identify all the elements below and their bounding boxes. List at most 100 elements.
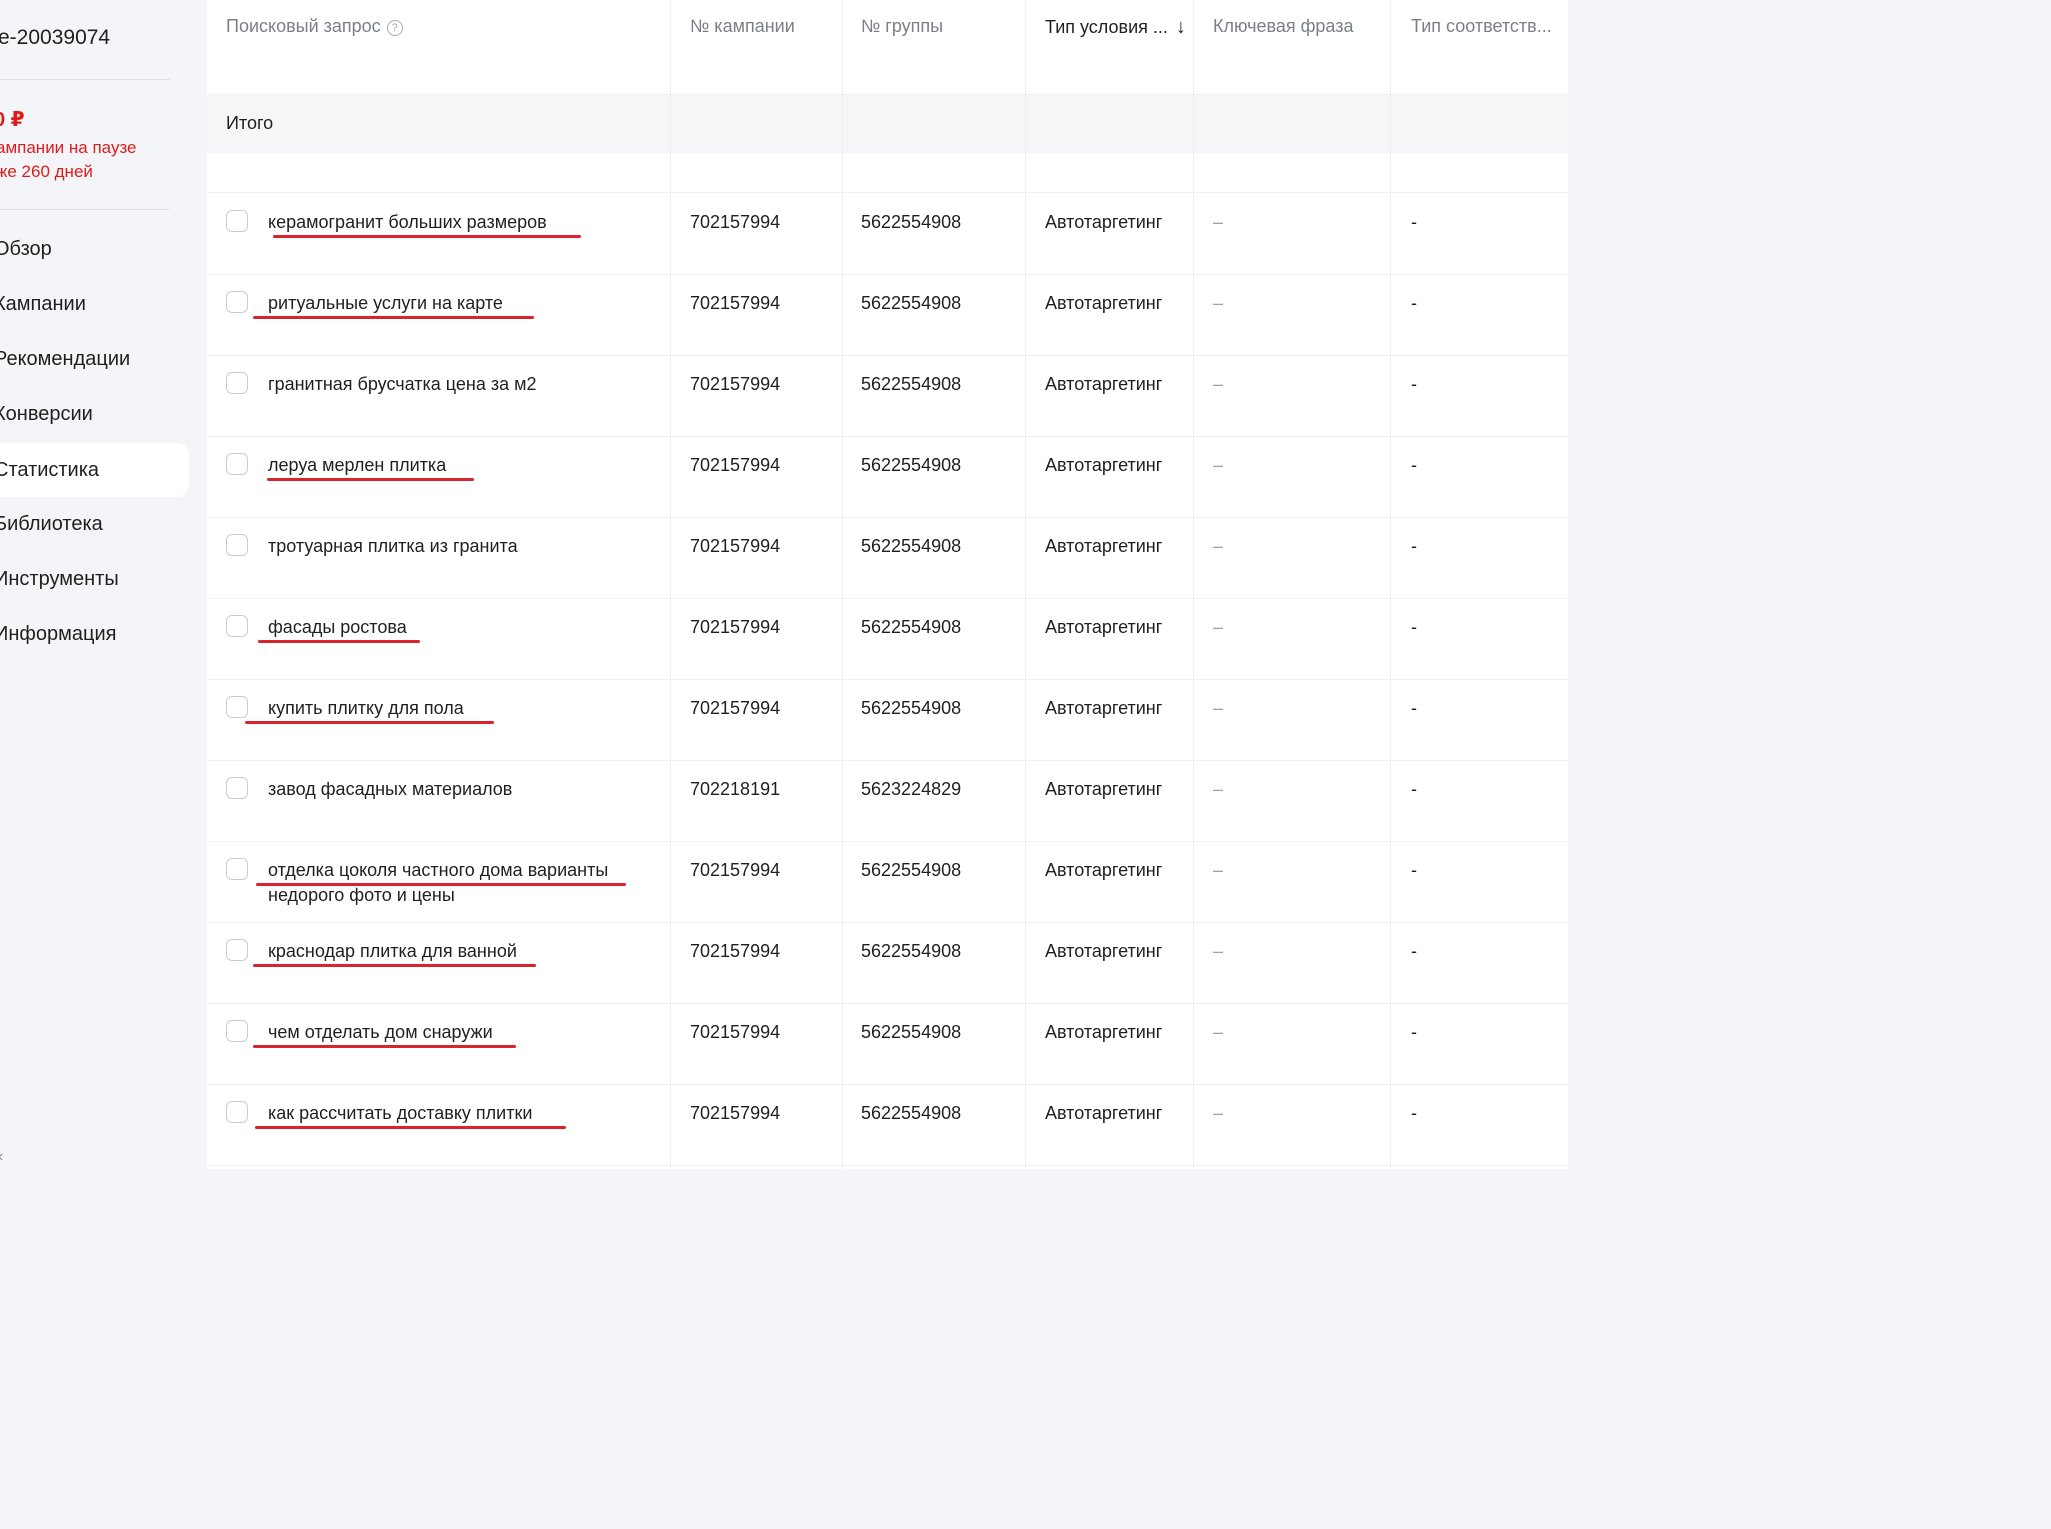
condition-type-cell: Автотаргетинг [1045, 455, 1163, 475]
table-row[interactable]: чем отделать дом снаружи 702157994 5622554… [207, 1003, 1568, 1085]
match-type-cell: - [1411, 617, 1417, 637]
table-row[interactable]: гранитная брусчатка цена за м2 702157994 5… [207, 355, 1568, 437]
campaign-cell: 702157994 [690, 941, 781, 961]
sidebar-item-recommendations[interactable]: Рекомендации [0, 332, 189, 386]
group-cell: 5622554908 [861, 293, 962, 313]
campaign-cell: 702157994 [690, 455, 781, 475]
table-row[interactable]: фасады ростова 702157994 5622554908 Автотар… [207, 598, 1568, 680]
campaign-cell: 702157994 [690, 617, 781, 637]
match-type-cell: - [1411, 536, 1417, 556]
sidebar-item-info[interactable]: Информация [0, 607, 189, 661]
group-cell: 5622554908 [861, 941, 962, 961]
header-group[interactable]: № группы [861, 16, 943, 37]
query-cell: леруа мерлен плитка [268, 455, 447, 475]
condition-type-cell: Автотаргетинг [1045, 293, 1163, 313]
spacer-row [207, 152, 1568, 193]
query-cell: фасады ростова [268, 617, 407, 637]
row-checkbox[interactable] [226, 939, 248, 961]
keyword-cell: – [1213, 374, 1224, 394]
match-type-cell: - [1411, 1103, 1417, 1123]
campaign-cell: 702157994 [690, 212, 781, 232]
query-cell: ритуальные услуги на карте [268, 293, 503, 313]
table-row[interactable]: леруа мерлен плитка 702157994 5622554908 Ав… [207, 436, 1568, 518]
sidebar: e-20039074 0 ₽ ампании на паузе же 260 д… [0, 0, 207, 1169]
sidebar-item-overview[interactable]: Обзор [0, 222, 189, 276]
table-row[interactable]: керамогранит больших размеров 702157994 56… [207, 193, 1568, 275]
red-underline-mark [256, 883, 626, 886]
header-campaign[interactable]: № кампании [690, 16, 795, 37]
keyword-cell: – [1213, 860, 1224, 880]
condition-type-cell: Автотаргетинг [1045, 374, 1163, 394]
table-row[interactable]: завод фасадных материалов 702218191 562322… [207, 760, 1568, 842]
keyword-cell: – [1213, 1022, 1224, 1042]
pause-warning: ампании на паузе же 260 дней [0, 138, 137, 181]
condition-type-cell: Автотаргетинг [1045, 536, 1163, 556]
help-icon[interactable]: ? [386, 20, 403, 36]
row-checkbox[interactable] [226, 372, 248, 394]
condition-type-cell: Автотаргетинг [1045, 212, 1163, 232]
row-checkbox[interactable] [226, 534, 248, 556]
table-row[interactable]: тротуарная плитка из гранита 702157994 562… [207, 517, 1568, 599]
match-type-cell: - [1411, 293, 1417, 313]
column-divider [1193, 0, 1194, 1169]
total-row: Итого [207, 94, 1568, 153]
condition-type-cell: Автотаргетинг [1045, 698, 1163, 718]
query-cell: гранитная брусчатка цена за м2 [268, 374, 537, 394]
row-checkbox[interactable] [226, 291, 248, 313]
table-row[interactable]: купить плитку для пола 702157994 562255490… [207, 679, 1568, 761]
account-login: e-20039074 [0, 26, 111, 49]
sidebar-item-conversions[interactable]: Конверсии [0, 387, 189, 441]
sidebar-item-library[interactable]: Библиотека [0, 497, 189, 551]
sidebar-item-campaigns[interactable]: Кампании [0, 277, 189, 331]
red-underline-mark [258, 640, 420, 643]
campaign-cell: 702157994 [690, 860, 781, 880]
query-cell: тротуарная плитка из гранита [268, 536, 518, 556]
sidebar-item-label: Библиотека [0, 513, 103, 535]
total-label: Итого [226, 113, 274, 133]
group-cell: 5622554908 [861, 536, 962, 556]
query-cell: краснодар плитка для ванной [268, 941, 517, 961]
table-row[interactable]: как рассчитать доставку плитки 702157994 5… [207, 1084, 1568, 1166]
row-checkbox[interactable] [226, 1101, 248, 1123]
row-checkbox[interactable] [226, 615, 248, 637]
row-checkbox[interactable] [226, 858, 248, 880]
row-checkbox[interactable] [226, 1020, 248, 1042]
campaign-cell: 702157994 [690, 374, 781, 394]
match-type-cell: - [1411, 779, 1417, 799]
campaign-cell: 702218191 [690, 779, 781, 799]
row-checkbox[interactable] [226, 453, 248, 475]
collapse-sidebar-icon[interactable]: ‹ [0, 1149, 12, 1165]
keyword-cell: – [1213, 455, 1224, 475]
keyword-cell: – [1213, 698, 1224, 718]
group-cell: 5622554908 [861, 374, 962, 394]
condition-type-cell: Автотаргетинг [1045, 941, 1163, 961]
sidebar-item-label: Кампании [0, 293, 86, 315]
row-checkbox[interactable] [226, 696, 248, 718]
account-balance: 0 ₽ [0, 109, 25, 131]
header-query[interactable]: Поисковый запрос? [226, 16, 403, 37]
campaign-cell: 702157994 [690, 1022, 781, 1042]
campaign-cell: 702157994 [690, 293, 781, 313]
table-row[interactable]: ритуальные услуги на карте 702157994 56225… [207, 274, 1568, 356]
row-checkbox[interactable] [226, 210, 248, 232]
header-condition-type[interactable]: Тип условия ... ↓ [1045, 16, 1186, 39]
sidebar-item-statistics[interactable]: Статистика [0, 443, 189, 497]
red-underline-mark [253, 1045, 516, 1048]
condition-type-cell: Автотаргетинг [1045, 779, 1163, 799]
column-divider [670, 0, 671, 1169]
match-type-cell: - [1411, 374, 1417, 394]
sidebar-item-tools[interactable]: Инструменты [0, 552, 189, 606]
row-checkbox[interactable] [226, 777, 248, 799]
group-cell: 5622554908 [861, 455, 962, 475]
table-row[interactable]: отделка цоколя частного дома варианты не… [207, 841, 1568, 923]
table-row[interactable]: краснодар плитка для ванной 702157994 5622… [207, 922, 1568, 1004]
table-header: Поисковый запрос? № кампании № группы Ти… [207, 0, 1568, 94]
group-cell: 5623224829 [861, 779, 962, 799]
column-divider [842, 0, 843, 1169]
match-type-cell: - [1411, 1022, 1417, 1042]
header-keyword[interactable]: Ключевая фраза [1213, 16, 1354, 37]
header-match-type[interactable]: Тип соответств... [1411, 16, 1552, 37]
keyword-cell: – [1213, 536, 1224, 556]
campaign-cell: 702157994 [690, 536, 781, 556]
match-type-cell: - [1411, 455, 1417, 475]
